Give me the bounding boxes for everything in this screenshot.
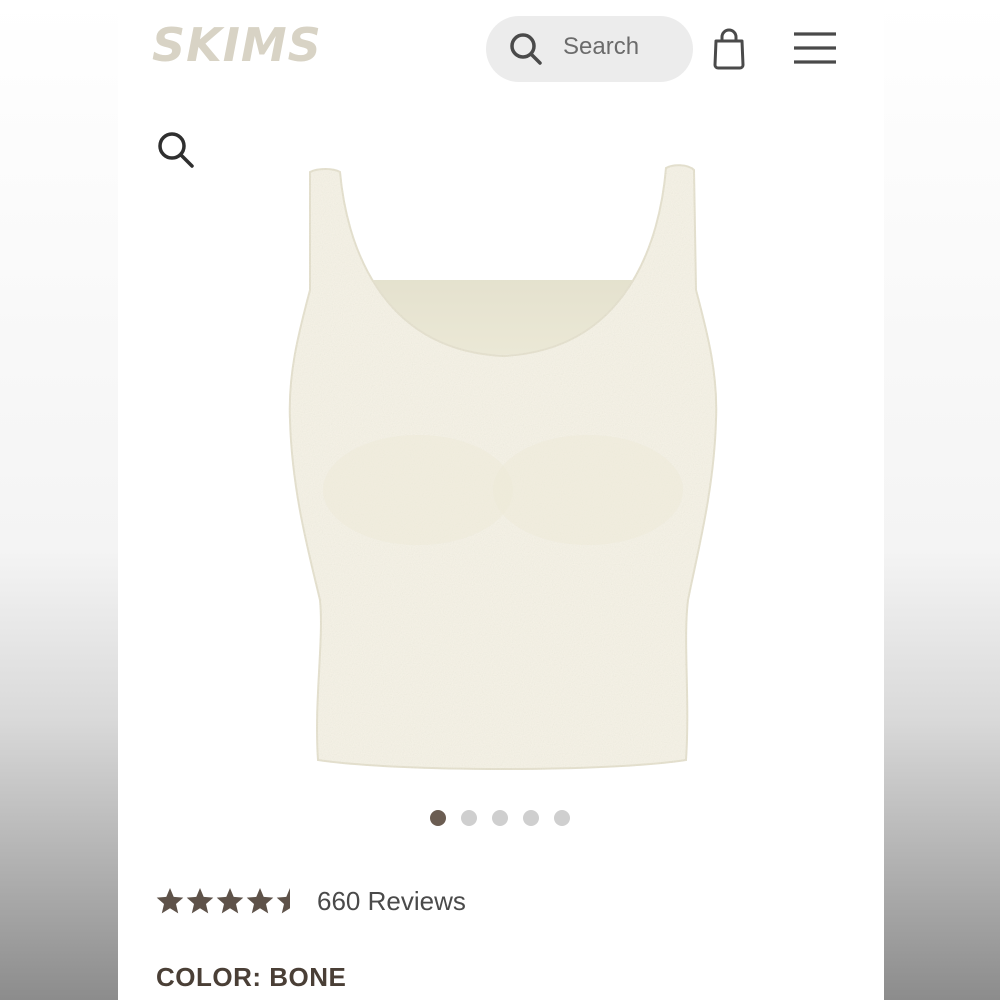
carousel-dot[interactable] xyxy=(430,810,446,826)
color-label: COLOR: BONE xyxy=(156,962,347,992)
star-icon xyxy=(156,888,184,914)
hamburger-menu-icon[interactable] xyxy=(792,30,838,66)
carousel-dot[interactable] xyxy=(461,810,477,826)
product-page: SKIMS Search 660 Reviews COLOR: BONE xyxy=(118,0,884,1000)
image-carousel-dots xyxy=(430,810,570,826)
product-image[interactable] xyxy=(278,160,728,785)
carousel-dot[interactable] xyxy=(523,810,539,826)
background-left xyxy=(0,0,118,1000)
carousel-dot[interactable] xyxy=(492,810,508,826)
star-icon xyxy=(246,888,274,914)
background-right xyxy=(884,0,1000,1000)
reviews-link[interactable]: 660 Reviews xyxy=(317,886,466,917)
star-icon xyxy=(216,888,244,914)
star-rating xyxy=(156,888,304,914)
brand-logo[interactable]: SKIMS xyxy=(152,18,322,72)
carousel-dot[interactable] xyxy=(554,810,570,826)
zoom-icon[interactable] xyxy=(156,130,196,170)
search-placeholder: Search xyxy=(563,33,640,60)
rating-row: 660 Reviews xyxy=(155,884,466,918)
shopping-bag-icon[interactable] xyxy=(712,28,746,70)
search-icon xyxy=(510,33,542,65)
star-icon xyxy=(186,888,214,914)
search-bar[interactable]: Search xyxy=(486,16,693,82)
